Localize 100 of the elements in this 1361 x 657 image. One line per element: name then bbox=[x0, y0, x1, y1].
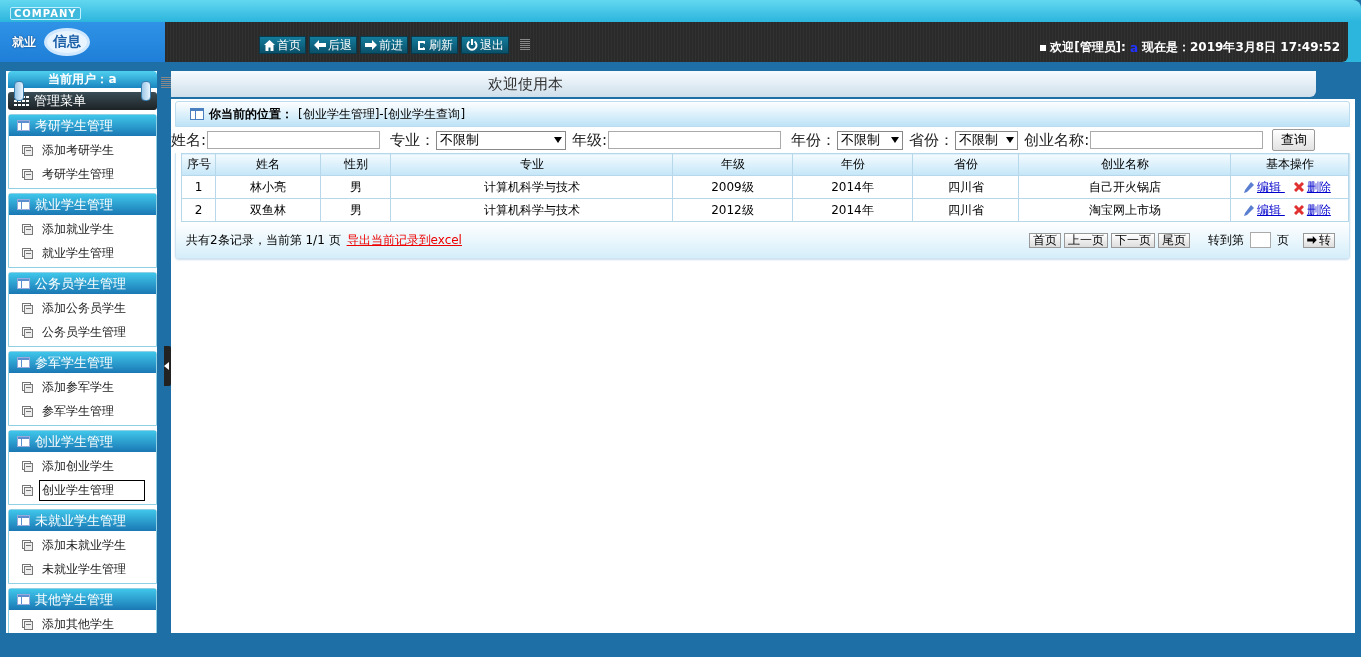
dropdown[interactable]: 不限制 bbox=[955, 130, 1019, 150]
table-cell: 1 bbox=[181, 175, 216, 199]
column-header: 性别 bbox=[320, 153, 391, 176]
menu-item[interactable]: 添加就业学生 bbox=[39, 218, 117, 240]
column-header: 序号 bbox=[181, 153, 216, 176]
menu-item[interactable]: 公务员学生管理 bbox=[39, 321, 129, 343]
delete-icon bbox=[1293, 182, 1304, 192]
table-cell: 2012级 bbox=[672, 198, 793, 222]
left-arrow-icon bbox=[314, 40, 326, 50]
welcome-text: 欢迎[管理员]: bbox=[1050, 39, 1126, 56]
breadcrumb-label: 你当前的位置： bbox=[209, 105, 293, 123]
document-icon bbox=[22, 618, 33, 630]
delete-link[interactable]: 删除 bbox=[1306, 201, 1331, 219]
column-header: 年级 bbox=[672, 153, 793, 176]
dropdown-arrow-icon bbox=[554, 137, 563, 143]
bullet-icon bbox=[1040, 44, 1047, 51]
nav-button[interactable]: 首页 bbox=[259, 36, 306, 54]
pager-button[interactable]: 尾页 bbox=[1158, 232, 1190, 248]
filter-label: 专业： bbox=[390, 130, 436, 150]
username-text: a bbox=[1129, 40, 1138, 55]
power-icon bbox=[466, 39, 478, 51]
table-cell: 自己开火锅店 bbox=[1018, 175, 1231, 199]
right-arrow-icon bbox=[1307, 236, 1317, 244]
pencil-icon bbox=[1244, 181, 1254, 193]
search-button[interactable]: 查询 bbox=[1272, 129, 1316, 151]
page-field[interactable] bbox=[1250, 232, 1271, 248]
dropdown[interactable]: 不限制 bbox=[436, 130, 567, 150]
delete-link[interactable]: 删除 bbox=[1306, 178, 1331, 196]
delete-icon bbox=[1293, 205, 1304, 215]
goto-suffix: 页 bbox=[1277, 231, 1289, 249]
column-header: 基本操作 bbox=[1230, 153, 1349, 176]
dropdown[interactable]: 不限制 bbox=[837, 130, 904, 150]
document-icon bbox=[22, 302, 33, 314]
table-cell: 林小亮 bbox=[215, 175, 321, 199]
menu-item[interactable]: 参军学生管理 bbox=[39, 400, 117, 422]
panel-icon bbox=[17, 120, 30, 131]
home-icon bbox=[264, 39, 275, 51]
document-icon bbox=[22, 563, 33, 575]
document-icon bbox=[22, 247, 33, 259]
text-field[interactable] bbox=[207, 131, 381, 149]
panel-icon bbox=[17, 436, 30, 447]
breadcrumb-path: [创业学生管理]-[创业学生查询] bbox=[298, 105, 466, 123]
filter-label: 年份： bbox=[791, 130, 837, 150]
nav-button[interactable]: 后退 bbox=[309, 36, 357, 54]
menu-item[interactable]: 添加未就业学生 bbox=[39, 534, 129, 556]
column-header: 创业名称 bbox=[1018, 153, 1231, 176]
column-header: 姓名 bbox=[215, 153, 321, 176]
grip-icon bbox=[520, 39, 530, 51]
right-arrow-icon bbox=[365, 40, 377, 50]
panel-icon bbox=[17, 515, 30, 526]
filter-label: 创业名称: bbox=[1024, 130, 1090, 150]
grid-icon bbox=[14, 96, 30, 106]
menu-item[interactable]: 创业学生管理 bbox=[39, 479, 145, 501]
go-button[interactable]: 转 bbox=[1303, 232, 1335, 248]
menu-item[interactable]: 添加公务员学生 bbox=[39, 297, 129, 319]
filter-label: 年级: bbox=[572, 130, 608, 150]
document-icon bbox=[22, 168, 33, 180]
document-icon bbox=[22, 405, 33, 417]
edit-link[interactable]: 编辑 bbox=[1257, 178, 1285, 196]
table-cell: 2009级 bbox=[672, 175, 793, 199]
pencil-icon bbox=[1244, 204, 1254, 216]
text-field[interactable] bbox=[1090, 131, 1264, 149]
nav-button[interactable]: 刷新 bbox=[411, 36, 458, 54]
pager-button[interactable]: 上一页 bbox=[1064, 232, 1108, 248]
table-cell: 四川省 bbox=[912, 175, 1019, 199]
menu-item[interactable]: 添加创业学生 bbox=[39, 455, 117, 477]
document-icon bbox=[22, 460, 33, 472]
pager-button[interactable]: 下一页 bbox=[1111, 232, 1155, 248]
record-summary: 共有2条记录，当前第 1/1 页 bbox=[186, 231, 341, 249]
collapse-handle[interactable] bbox=[164, 346, 171, 386]
table-cell: 计算机科学与技术 bbox=[390, 175, 673, 199]
menu-title-bar: 管理菜单 bbox=[8, 92, 157, 110]
table-cell: 计算机科学与技术 bbox=[390, 198, 673, 222]
filter-label: 省份： bbox=[909, 130, 955, 150]
document-icon bbox=[22, 539, 33, 551]
table-cell: 淘宝网上市场 bbox=[1018, 198, 1231, 222]
text-field[interactable] bbox=[608, 131, 782, 149]
pager-button[interactable]: 首页 bbox=[1029, 232, 1061, 248]
refresh-icon bbox=[416, 39, 427, 51]
menu-item[interactable]: 添加考研学生 bbox=[39, 139, 117, 161]
menu-item[interactable]: 就业学生管理 bbox=[39, 242, 117, 264]
nav-button[interactable]: 前进 bbox=[360, 36, 408, 54]
menu-item[interactable]: 未就业学生管理 bbox=[39, 558, 129, 580]
nav-button[interactable]: 退出 bbox=[461, 36, 509, 54]
table-cell: 男 bbox=[320, 198, 391, 222]
menu-item[interactable]: 添加参军学生 bbox=[39, 376, 117, 398]
table-cell: 2 bbox=[181, 198, 216, 222]
edit-link[interactable]: 编辑 bbox=[1257, 201, 1285, 219]
menu-item[interactable]: 添加其他学生 bbox=[39, 613, 117, 633]
export-link[interactable]: 导出当前记录到excel bbox=[346, 231, 462, 249]
menu-item[interactable]: 考研学生管理 bbox=[39, 163, 117, 185]
grip-icon bbox=[161, 77, 171, 89]
panel-icon bbox=[190, 108, 204, 120]
dropdown-arrow-icon bbox=[891, 137, 900, 143]
document-icon bbox=[22, 326, 33, 338]
table-cell: 四川省 bbox=[912, 198, 1019, 222]
panel-icon bbox=[17, 278, 30, 289]
table-cell: 2014年 bbox=[792, 175, 913, 199]
table-cell: 2014年 bbox=[792, 198, 913, 222]
table-cell: 双鱼林 bbox=[215, 198, 321, 222]
